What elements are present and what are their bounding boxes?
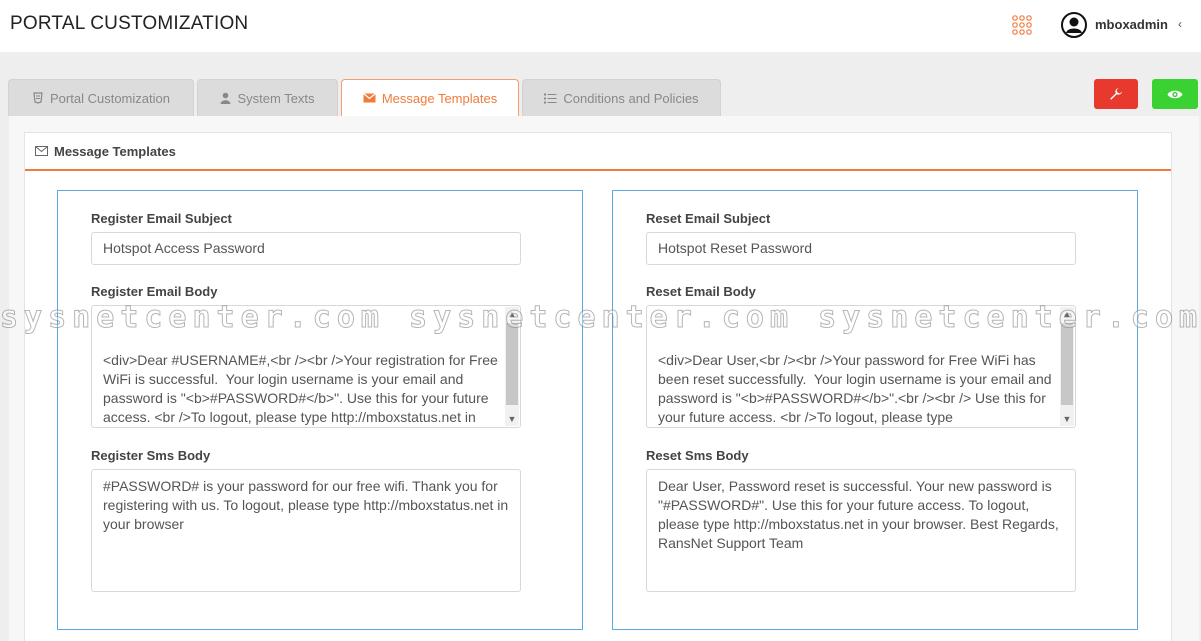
reset-sms-body-label: Reset Sms Body bbox=[646, 448, 749, 463]
register-email-subject-label: Register Email Subject bbox=[91, 211, 232, 226]
wrench-icon bbox=[1110, 88, 1122, 100]
scroll-down-icon[interactable]: ▼ bbox=[505, 412, 519, 426]
scroll-thumb[interactable] bbox=[506, 323, 518, 405]
chevron-left-icon[interactable]: ‹ bbox=[1178, 17, 1182, 31]
reset-email-body-text: <div>Dear User,<br /><br />Your password… bbox=[658, 352, 1052, 425]
reset-email-body-label: Reset Email Body bbox=[646, 284, 756, 299]
envelope-icon bbox=[35, 146, 48, 156]
panel-title: Message Templates bbox=[54, 143, 176, 159]
grid-dots-icon[interactable] bbox=[1011, 14, 1033, 36]
scroll-thumb[interactable] bbox=[1061, 323, 1073, 405]
reset-email-body-scrollbar[interactable]: ▲ ▼ bbox=[1060, 307, 1074, 426]
tab-portal-customization[interactable]: Portal Customization bbox=[8, 79, 194, 116]
reset-email-subject-input[interactable]: Hotspot Reset Password bbox=[646, 232, 1076, 265]
tab-label: Portal Customization bbox=[50, 90, 170, 106]
page-title: PORTAL CUSTOMIZATION bbox=[10, 13, 249, 34]
panel-header: Message Templates bbox=[25, 133, 1171, 171]
settings-button[interactable] bbox=[1094, 79, 1138, 109]
user-avatar-icon[interactable] bbox=[1061, 12, 1087, 38]
reset-email-subject-label: Reset Email Subject bbox=[646, 211, 771, 226]
envelope-icon bbox=[362, 93, 376, 103]
register-sms-body-label: Register Sms Body bbox=[91, 448, 211, 463]
register-email-subject-input[interactable]: Hotspot Access Password bbox=[91, 232, 521, 265]
eye-icon bbox=[1167, 90, 1183, 98]
preview-button[interactable] bbox=[1152, 79, 1198, 109]
register-sms-body-textarea[interactable]: #PASSWORD# is your password for our free… bbox=[91, 469, 521, 592]
tab-label: System Texts bbox=[237, 90, 315, 106]
register-email-body-label: Register Email Body bbox=[91, 284, 218, 299]
reset-sms-body-textarea[interactable]: Dear User, Password reset is successful.… bbox=[646, 469, 1076, 592]
tab-label: Conditions and Policies bbox=[563, 90, 699, 106]
top-bar: PORTAL CUSTOMIZATION mboxadmin ‹ bbox=[0, 0, 1201, 52]
scroll-up-icon[interactable]: ▲ bbox=[505, 307, 519, 321]
tab-conditions-and-policies[interactable]: Conditions and Policies bbox=[522, 79, 721, 116]
register-email-body-text: <div>Dear #USERNAME#,<br /><br />Your re… bbox=[103, 352, 498, 425]
scroll-down-icon[interactable]: ▼ bbox=[1060, 412, 1074, 426]
tab-system-texts[interactable]: System Texts bbox=[197, 79, 338, 116]
scroll-up-icon[interactable]: ▲ bbox=[1060, 307, 1074, 321]
reset-email-body-textarea[interactable]: <div>Dear User,<br /><br />Your password… bbox=[646, 305, 1076, 428]
username[interactable]: mboxadmin bbox=[1095, 17, 1168, 32]
user-icon bbox=[220, 92, 231, 104]
css3-icon bbox=[33, 92, 43, 104]
tab-label: Message Templates bbox=[381, 90, 498, 106]
register-email-body-textarea[interactable]: <div>Dear #USERNAME#,<br /><br />Your re… bbox=[91, 305, 521, 428]
list-icon bbox=[544, 93, 557, 103]
register-email-body-scrollbar[interactable]: ▲ ▼ bbox=[505, 307, 519, 426]
tab-message-templates[interactable]: Message Templates bbox=[341, 79, 519, 116]
